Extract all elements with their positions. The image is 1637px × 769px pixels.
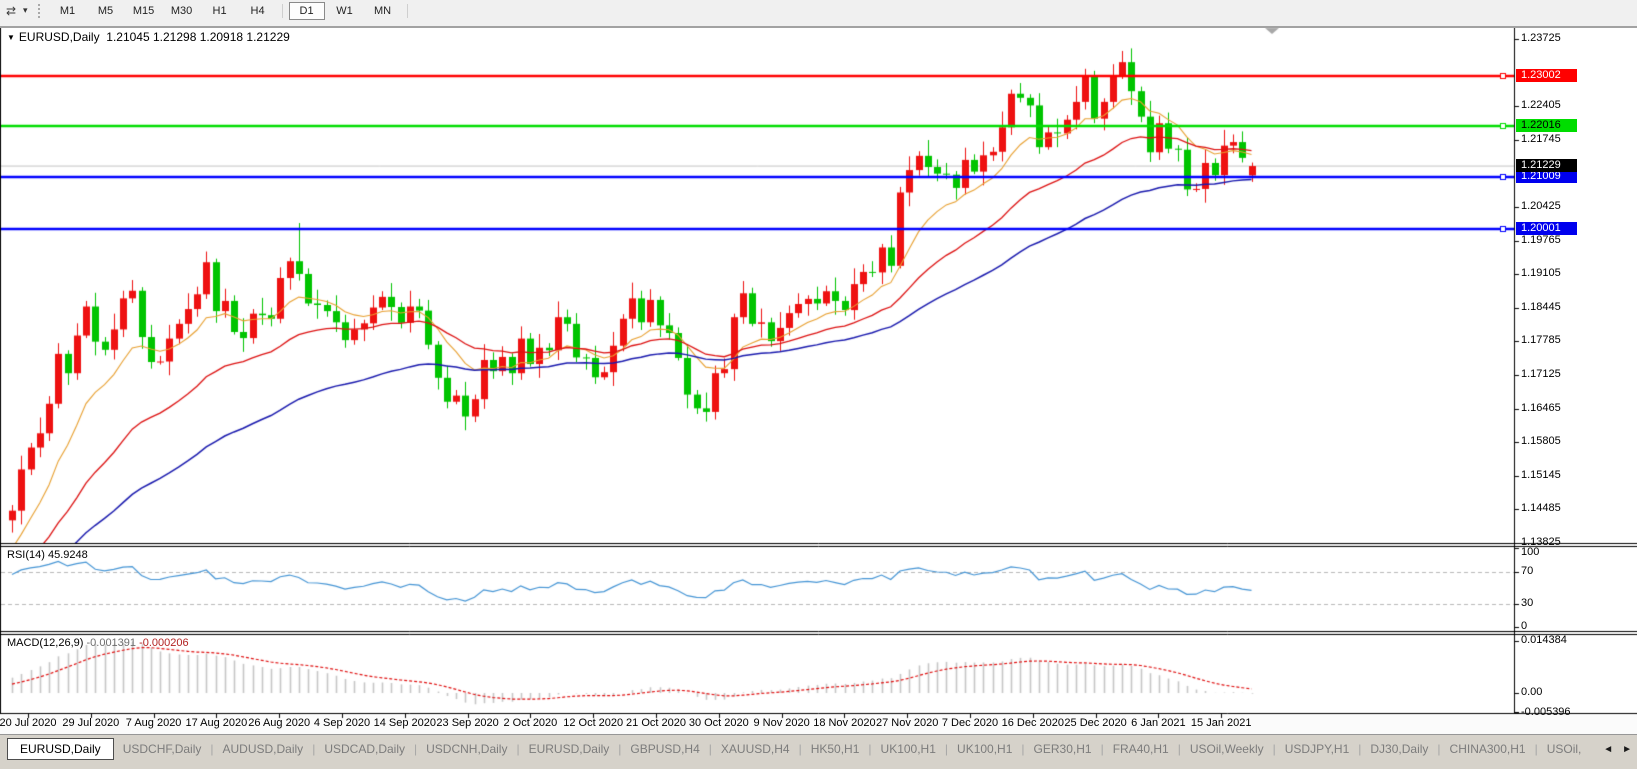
date-tick-label: 2 Oct 2020	[503, 717, 557, 729]
price-tick-label: 1.16465	[1521, 402, 1561, 414]
bottom-tab-eurusd-daily[interactable]: EURUSD,Daily	[520, 739, 619, 759]
chart-ohlc-values: 1.21045 1.21298 1.20918 1.21229	[106, 30, 290, 44]
date-tick-label: 18 Nov 2020	[813, 717, 875, 729]
bottom-tab-usoil-weekly[interactable]: USOil,Weekly	[1181, 739, 1273, 759]
macd-tick-label: -0.005396	[1521, 706, 1571, 718]
price-level-badge: 1.22016	[1516, 119, 1577, 132]
timeframe-button-group: M1M5M15M30H1H4 D1W1MN	[49, 2, 413, 20]
timeframe-button-m1[interactable]: M1	[50, 2, 86, 20]
toolbar-grip[interactable]	[38, 4, 42, 18]
macd-tick-label: 0.00	[1521, 686, 1542, 698]
price-tick-label: 1.15145	[1521, 469, 1561, 481]
bottom-tab-fra40-h1[interactable]: FRA40,H1	[1104, 739, 1178, 759]
date-tick-label: 7 Dec 2020	[942, 717, 998, 729]
toolbar-divider	[0, 21, 1637, 28]
price-tick-label: 1.23725	[1521, 32, 1561, 44]
crosshair-cursor-icon[interactable]: ⇄	[2, 4, 20, 18]
chart-canvas[interactable]	[0, 0, 1637, 769]
price-tick-label: 1.20425	[1521, 200, 1561, 212]
bottom-tab-uk100-h1[interactable]: UK100,H1	[872, 739, 945, 759]
date-tick-label: 12 Oct 2020	[563, 717, 623, 729]
price-tick-label: 1.19105	[1521, 267, 1561, 279]
timeframe-button-m30[interactable]: M30	[164, 2, 200, 20]
bottom-tab-usoil-[interactable]: USOil,	[1538, 739, 1591, 759]
bottom-tab-ger30-h1[interactable]: GER30,H1	[1025, 739, 1101, 759]
bottom-tab-gbpusd-h4[interactable]: GBPUSD,H4	[621, 739, 708, 759]
price-level-badge: 1.23002	[1516, 69, 1577, 82]
date-tick-label: 4 Sep 2020	[314, 717, 370, 729]
chart-symbol-period: EURUSD,Daily	[19, 30, 100, 44]
date-tick-label: 21 Oct 2020	[626, 717, 686, 729]
bottom-tab-usdchf-daily[interactable]: USDCHF,Daily	[114, 739, 211, 759]
timeframe-button-h4[interactable]: H4	[240, 2, 276, 20]
date-tick-label: 15 Jan 2021	[1191, 717, 1252, 729]
price-tick-label: 1.15805	[1521, 435, 1561, 447]
bottom-tab-usdcad-daily[interactable]: USDCAD,Daily	[315, 739, 414, 759]
date-tick-label: 30 Oct 2020	[689, 717, 749, 729]
date-tick-label: 25 Dec 2020	[1064, 717, 1126, 729]
price-tick-label: 1.22405	[1521, 99, 1561, 111]
bottom-tab-dj30-daily[interactable]: DJ30,Daily	[1361, 739, 1437, 759]
tab-scroll-arrows: ◄ ►	[1597, 744, 1632, 755]
tab-scroll-right-icon[interactable]: ►	[1622, 744, 1632, 755]
timeframe-button-m5[interactable]: M5	[88, 2, 124, 20]
rsi-tick-label: 30	[1521, 597, 1533, 609]
price-tick-label: 1.19765	[1521, 234, 1561, 246]
price-tick-label: 1.18445	[1521, 301, 1561, 313]
bottom-tab-audusd-daily[interactable]: AUDUSD,Daily	[214, 739, 313, 759]
timeframe-button-m15[interactable]: M15	[126, 2, 162, 20]
timeframe-button-mn[interactable]: MN	[365, 2, 401, 20]
bottom-tab-eurusd-daily[interactable]: EURUSD,Daily	[7, 738, 114, 760]
timeframe-button-w1[interactable]: W1	[327, 2, 363, 20]
macd-signal-value: -0.000206	[139, 637, 189, 649]
macd-main-value: -0.001391	[86, 637, 136, 649]
rsi-tick-label: 100	[1521, 546, 1539, 558]
price-tick-label: 1.21745	[1521, 133, 1561, 145]
date-tick-label: 23 Sep 2020	[436, 717, 498, 729]
chevron-down-icon[interactable]: ▾	[23, 5, 28, 16]
rsi-indicator-label: RSI(14) 45.9248	[7, 549, 88, 561]
date-tick-label: 14 Sep 2020	[374, 717, 436, 729]
date-tick-label: 26 Aug 2020	[248, 717, 310, 729]
macd-indicator-label: MACD(12,26,9) -0.001391 -0.000206	[7, 637, 189, 649]
macd-name: MACD(12,26,9)	[7, 637, 83, 649]
bottom-tab-uk100-h1[interactable]: UK100,H1	[948, 739, 1021, 759]
toolbar-separator	[282, 4, 283, 18]
price-tick-label: 1.17785	[1521, 334, 1561, 346]
date-tick-label: 27 Nov 2020	[876, 717, 938, 729]
timeframe-button-h1[interactable]: H1	[202, 2, 238, 20]
tab-scroll-left-icon[interactable]: ◄	[1603, 744, 1613, 755]
bottom-tab-xauusd-h4[interactable]: XAUUSD,H4	[712, 739, 799, 759]
chart-tab-bar: EURUSD,DailyUSDCHF,Daily|AUDUSD,Daily|US…	[0, 734, 1637, 769]
date-tick-label: 6 Jan 2021	[1131, 717, 1185, 729]
date-tick-label: 9 Nov 2020	[753, 717, 809, 729]
date-tick-label: 16 Dec 2020	[1002, 717, 1064, 729]
rsi-tick-label: 0	[1521, 620, 1527, 632]
date-tick-label: 20 Jul 2020	[0, 717, 56, 729]
macd-tick-label: 0.014384	[1521, 634, 1567, 646]
rsi-current-value: 45.9248	[48, 549, 88, 561]
timeframe-button-d1[interactable]: D1	[289, 2, 325, 20]
current-price-badge: 1.21229	[1516, 159, 1577, 172]
rsi-name: RSI(14)	[7, 549, 45, 561]
rsi-tick-label: 70	[1521, 565, 1533, 577]
toolbar: ⇄ ▾ M1M5M15M30H1H4 D1W1MN	[0, 0, 1637, 21]
bottom-tab-hk50-h1[interactable]: HK50,H1	[802, 739, 869, 759]
bottom-tab-china300-h1[interactable]: CHINA300,H1	[1441, 739, 1535, 759]
price-level-badge: 1.20001	[1516, 222, 1577, 235]
chart-title: ▼ EURUSD,Daily 1.21045 1.21298 1.20918 1.…	[7, 30, 290, 44]
date-tick-label: 29 Jul 2020	[62, 717, 119, 729]
date-tick-label: 7 Aug 2020	[126, 717, 182, 729]
bottom-tab-usdcnh-daily[interactable]: USDCNH,Daily	[417, 739, 516, 759]
collapse-triangle-icon[interactable]: ▼	[7, 33, 15, 42]
price-level-badge: 1.21009	[1516, 170, 1577, 183]
price-tick-label: 1.14485	[1521, 502, 1561, 514]
toolbar-separator	[407, 4, 408, 18]
date-tick-label: 17 Aug 2020	[185, 717, 247, 729]
price-tick-label: 1.17125	[1521, 368, 1561, 380]
bottom-tab-usdjpy-h1[interactable]: USDJPY,H1	[1276, 739, 1358, 759]
